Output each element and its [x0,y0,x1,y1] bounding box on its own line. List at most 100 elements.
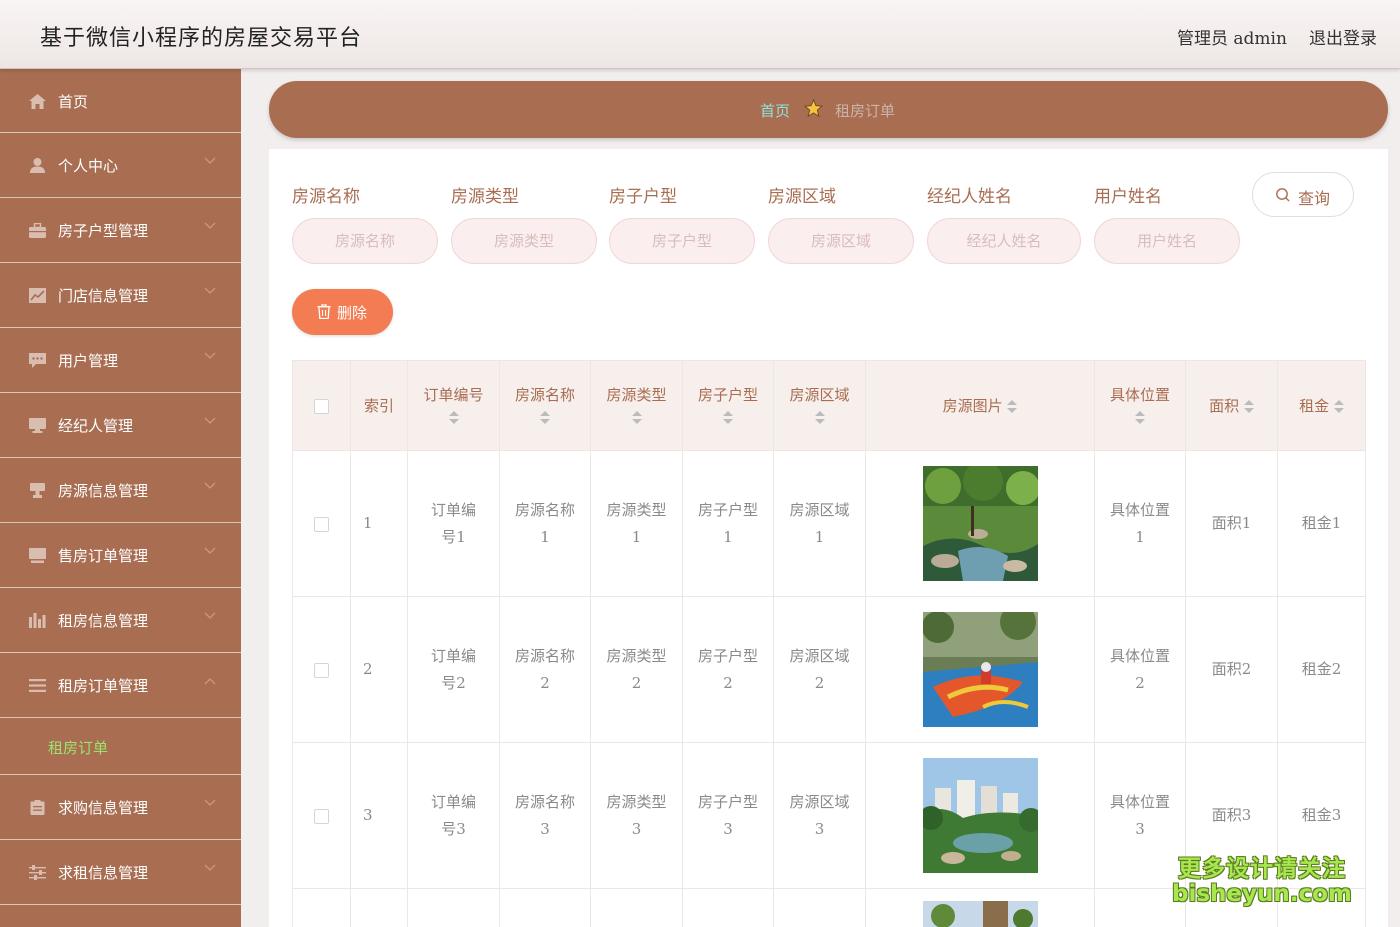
sidebar-item-rent-requests[interactable]: 求租信息管理 [0,840,241,905]
house-image-cell [865,742,1095,889]
column-header-label: 房源名称 [514,385,575,404]
column-header-label: 房子户型 [697,385,758,404]
filter-label-layout: 房子户型 [609,187,677,207]
house-name-cell: 房源名称3 [499,742,591,889]
column-header-label: 房源区域 [789,385,850,404]
area-cell: 面积2 [1185,596,1278,743]
sidebar-item-home[interactable]: 首页 [0,69,241,133]
sort-icon[interactable] [1243,399,1254,414]
order-no-cell: 订单编号2 [407,596,500,743]
select-all-checkbox[interactable] [314,399,329,414]
chevron-down-icon [204,547,216,554]
sidebar: 首页 个人中心 房子户型管理 门店信息管理 用户管理 经纪人管理 房源信息管理 … [0,69,241,927]
user-name-input[interactable]: 用户姓名 [1094,218,1240,264]
column-header-image[interactable]: 房源图片 [865,360,1095,451]
layout-input[interactable]: 房子户型 [609,218,755,264]
chart-icon [29,288,46,303]
sidebar-item-listings[interactable]: 房源信息管理 [0,458,241,523]
filter-label-region: 房源区域 [768,187,836,207]
chevron-down-icon [204,222,216,229]
column-header-location[interactable]: 具体位置 [1094,360,1186,451]
row-select-cell [292,888,351,927]
layout-cell: 房子户型3 [682,742,774,889]
stamp-icon [30,483,45,498]
sidebar-item-purchase-requests[interactable]: 求购信息管理 [0,775,241,840]
sort-icon[interactable] [631,410,642,425]
chevron-down-icon [204,352,216,359]
delete-button-label: 删除 [337,304,368,322]
column-header-area[interactable]: 面积 [1185,360,1278,451]
row-checkbox[interactable] [314,808,329,824]
sidebar-subitem-rental-orders[interactable]: 租房订单 [0,718,241,775]
content-panel: 房源名称 房源类型 房子户型 房源区域 经纪人姓名 用户姓名 房源名称 房源类型… [269,149,1388,927]
chevron-down-icon [204,612,216,619]
app-title: 基于微信小程序的房屋交易平台 [40,26,363,51]
order-no-cell [407,888,500,927]
house-photo-partial[interactable] [922,901,1038,927]
row-checkbox[interactable] [314,662,329,678]
row-select-cell [292,742,351,889]
rent-cell: 租金1 [1277,450,1366,597]
sidebar-item-rental-orders[interactable]: 租房订单管理 [0,653,241,718]
list-icon [29,679,46,692]
watermark-line2: bisheyun.com [1172,881,1352,907]
table-row[interactable]: 1 订单编号1 房源名称1 房源类型1 房子户型1 房源区域1 具体位置1 面积… [292,450,1366,597]
sort-icon[interactable] [540,410,550,425]
order-no-cell: 订单编号3 [407,742,500,889]
sidebar-item-store[interactable]: 门店信息管理 [0,263,241,328]
row-checkbox[interactable] [314,516,329,532]
sidebar-item-label: 求购信息管理 [58,799,149,817]
house-name-cell: 房源名称2 [499,596,591,743]
column-header-rent[interactable]: 租金 [1277,360,1366,451]
house-photo-residential[interactable] [922,758,1038,873]
sidebar-item-sale-orders[interactable]: 售房订单管理 [0,523,241,588]
message-icon [29,353,46,368]
region-cell [773,888,866,927]
sidebar-item-house-layout[interactable]: 房子户型管理 [0,198,241,263]
column-header-house-type[interactable]: 房源类型 [590,360,683,451]
table-header-row: 索引 订单编号 房源名称 房源类型 房子户型 房源区域 房源图片 具体位置 面积… [292,360,1366,451]
house-type-input[interactable]: 房源类型 [451,218,597,264]
location-cell: 具体位置2 [1094,596,1186,743]
row-select-cell [292,450,351,597]
delete-button[interactable]: 删除 [292,289,393,335]
column-header-label: 房源类型 [606,385,667,404]
table-row[interactable]: 2 订单编号2 房源名称2 房源类型2 房子户型2 房源区域2 具体位置2 面积… [292,596,1366,743]
search-button[interactable]: 查询 [1252,172,1354,217]
sort-icon[interactable] [448,410,459,425]
sidebar-item-label: 租房信息管理 [58,612,149,630]
column-header-house-name[interactable]: 房源名称 [499,360,591,451]
house-name-cell [499,888,591,927]
search-button-label: 查询 [1298,189,1331,208]
column-header-layout[interactable]: 房子户型 [682,360,774,451]
house-photo-playground[interactable] [922,612,1038,727]
sort-icon[interactable] [1333,399,1344,414]
sidebar-item-agents[interactable]: 经纪人管理 [0,393,241,458]
region-input[interactable]: 房源区域 [768,218,914,264]
house-image-cell [865,596,1095,743]
home-icon [29,94,46,109]
sidebar-item-users[interactable]: 用户管理 [0,328,241,393]
breadcrumb-home-link[interactable]: 首页 [760,100,790,121]
sort-icon[interactable] [1007,399,1018,414]
sort-icon[interactable] [723,410,733,425]
sort-icon[interactable] [1135,410,1145,425]
agent-name-input[interactable]: 经纪人姓名 [927,218,1081,264]
house-photo-garden[interactable] [922,466,1038,581]
sidebar-item-label: 门店信息管理 [58,287,149,305]
sidebar-item-label: 求租信息管理 [58,864,149,882]
logout-button[interactable]: 退出登录 [1309,24,1377,49]
sidebar-item-label: 房源信息管理 [58,482,149,500]
sort-icon[interactable] [814,410,825,425]
select-all-cell [292,360,351,451]
column-header-label: 索引 [363,396,394,415]
column-header-order-no[interactable]: 订单编号 [407,360,500,451]
house-image-cell [865,888,1095,927]
sidebar-item-rental-info[interactable]: 租房信息管理 [0,588,241,653]
index-cell [350,888,408,927]
sidebar-item-label: 用户管理 [58,352,119,370]
column-header-region[interactable]: 房源区域 [773,360,866,451]
sidebar-item-profile[interactable]: 个人中心 [0,133,241,198]
house-name-input[interactable]: 房源名称 [292,218,438,264]
screen-icon [29,548,46,563]
